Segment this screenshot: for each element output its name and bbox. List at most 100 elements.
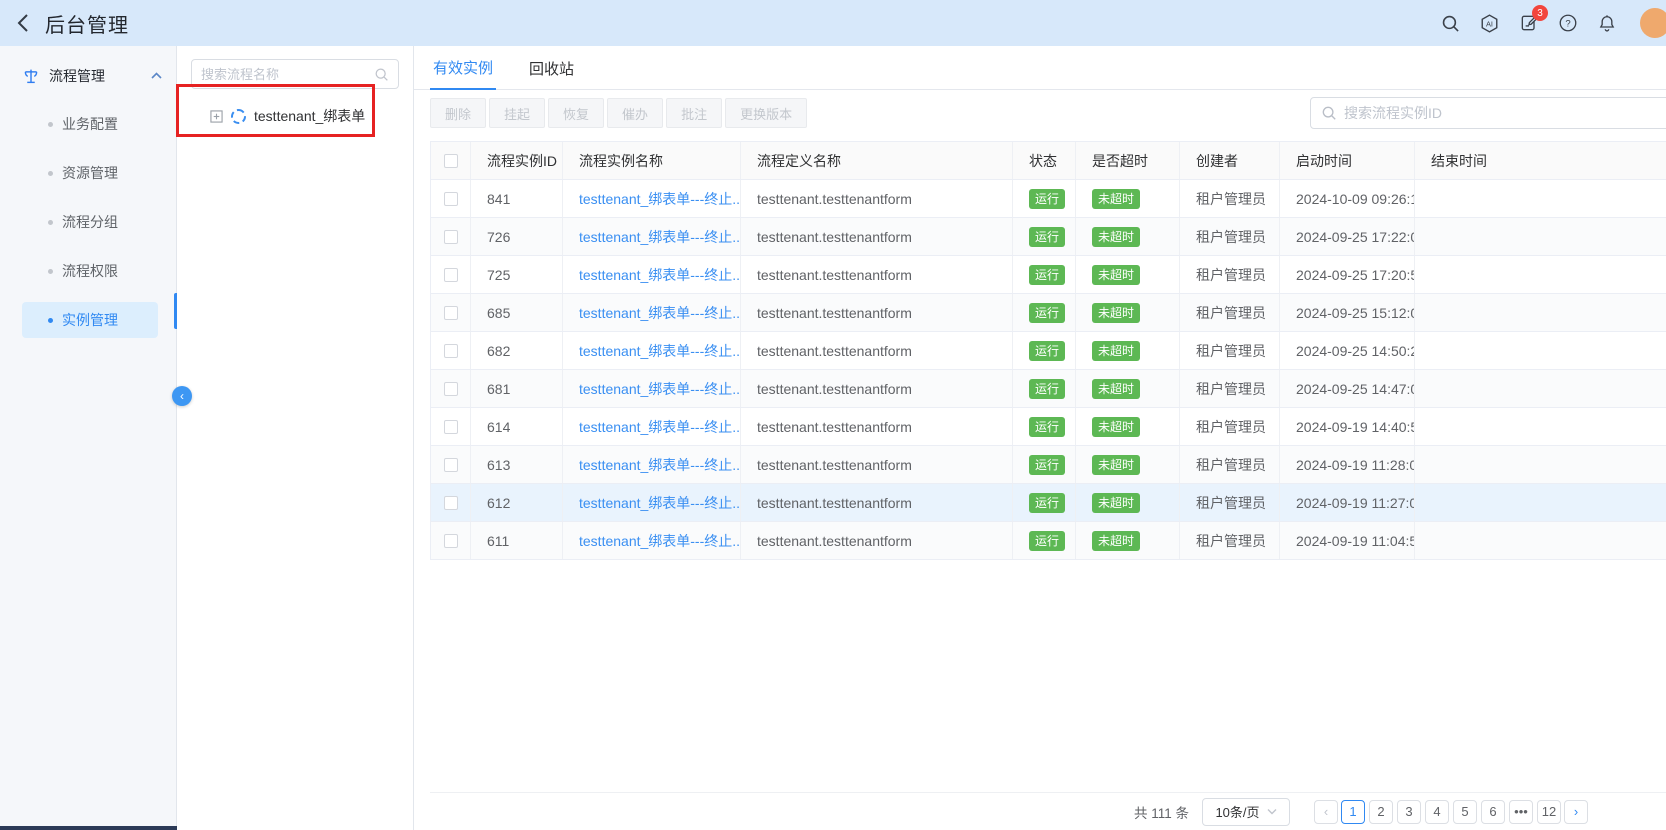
table-row[interactable]: 725 testtenant_绑表单---终止... testtenant.te… [431, 256, 1666, 294]
col-header-instance-name: 流程实例名称 [563, 142, 741, 179]
chevron-down-icon [1267, 808, 1277, 815]
timeout-badge: 未超时 [1092, 189, 1140, 209]
sidebar-collapse-button[interactable]: ‹ [172, 386, 192, 406]
chevron-up-icon[interactable] [151, 72, 162, 80]
table-row[interactable]: 612 testtenant_绑表单---终止... testtenant.te… [431, 484, 1666, 522]
magnifier-icon[interactable] [374, 67, 389, 82]
row-checkbox[interactable] [444, 192, 458, 206]
table-row[interactable]: 682 testtenant_绑表单---终止... testtenant.te… [431, 332, 1666, 370]
page-number-button[interactable]: 3 [1397, 800, 1421, 824]
topbar-icon-group: AI 3 ? [1441, 8, 1656, 38]
tree-search-input[interactable] [201, 67, 374, 82]
todo-tasks-icon[interactable]: 3 [1519, 13, 1539, 33]
timeout-badge: 未超时 [1092, 303, 1140, 323]
sidebar-menu-item[interactable]: 流程权限 [22, 253, 158, 289]
sidebar-menu-item[interactable]: 流程分组 [22, 204, 158, 240]
instance-name-link[interactable]: testtenant_绑表单---终止... [579, 379, 741, 399]
row-checkbox[interactable] [444, 230, 458, 244]
instance-name-link[interactable]: testtenant_绑表单---终止... [579, 455, 741, 475]
instance-name-link[interactable]: testtenant_绑表单---终止... [579, 493, 741, 513]
row-checkbox[interactable] [444, 268, 458, 282]
cell-definition-name: testtenant.testtenantform [741, 370, 1013, 407]
table-row[interactable]: 841 testtenant_绑表单---终止... testtenant.te… [431, 180, 1666, 218]
instance-name-link[interactable]: testtenant_绑表单---终止... [579, 417, 741, 437]
table-row[interactable]: 685 testtenant_绑表单---终止... testtenant.te… [431, 294, 1666, 332]
tree-node-testtenant[interactable]: testtenant_绑表单 [177, 103, 413, 129]
cell-instance-id: 725 [471, 256, 563, 293]
status-badge: 运行 [1029, 531, 1065, 551]
table-row[interactable]: 681 testtenant_绑表单---终止... testtenant.te… [431, 370, 1666, 408]
row-checkbox[interactable] [444, 306, 458, 320]
toolbar-button[interactable]: 删除 [430, 98, 486, 128]
help-icon[interactable]: ? [1558, 13, 1578, 33]
tab[interactable]: 有效实例 [430, 46, 496, 90]
workflow-scale-icon [22, 67, 40, 85]
bullet-icon [48, 318, 53, 323]
search-icon[interactable] [1441, 14, 1460, 33]
status-badge: 运行 [1029, 493, 1065, 513]
page-size-value: 10条/页 [1215, 802, 1259, 821]
row-checkbox[interactable] [444, 344, 458, 358]
table-body: 841 testtenant_绑表单---终止... testtenant.te… [431, 180, 1666, 560]
instance-name-link[interactable]: testtenant_绑表单---终止... [579, 227, 741, 247]
sidebar-menu-item[interactable]: 实例管理 [22, 302, 158, 338]
cell-creator: 租户管理员 [1180, 484, 1280, 521]
row-checkbox[interactable] [444, 458, 458, 472]
toolbar-button[interactable]: 催办 [607, 98, 663, 128]
page-number-button[interactable]: 4 [1425, 800, 1449, 824]
page-number-button[interactable]: ••• [1509, 800, 1533, 824]
sidebar-item-label: 流程权限 [62, 261, 118, 281]
instance-search-input[interactable] [1344, 105, 1666, 121]
cell-creator: 租户管理员 [1180, 294, 1280, 331]
bell-icon[interactable] [1597, 13, 1617, 33]
timeout-badge: 未超时 [1092, 341, 1140, 361]
tree-node-label: testtenant_绑表单 [254, 106, 365, 126]
page-number-button[interactable]: 12 [1537, 800, 1561, 824]
instance-name-link[interactable]: testtenant_绑表单---终止... [579, 341, 741, 361]
cell-definition-name: testtenant.testtenantform [741, 522, 1013, 559]
tab[interactable]: 回收站 [526, 46, 577, 90]
cell-start-time: 2024-09-19 11:04:57 [1280, 522, 1415, 559]
instance-name-link[interactable]: testtenant_绑表单---终止... [579, 303, 741, 323]
user-avatar[interactable] [1640, 8, 1666, 38]
expand-plus-icon[interactable] [210, 110, 223, 123]
toolbar-button[interactable]: 批注 [666, 98, 722, 128]
tree-search-box [191, 59, 399, 89]
instance-name-link[interactable]: testtenant_绑表单---终止... [579, 265, 741, 285]
back-button[interactable] [16, 13, 29, 33]
toolbar-button[interactable]: 更换版本 [725, 98, 807, 128]
status-badge: 运行 [1029, 455, 1065, 475]
table-row[interactable]: 613 testtenant_绑表单---终止... testtenant.te… [431, 446, 1666, 484]
row-checkbox[interactable] [444, 382, 458, 396]
instance-name-link[interactable]: testtenant_绑表单---终止... [579, 531, 741, 551]
next-page-button[interactable]: › [1564, 800, 1588, 824]
page-number-button[interactable]: 5 [1453, 800, 1477, 824]
sidebar-menu-item[interactable]: 资源管理 [22, 155, 158, 191]
row-checkbox[interactable] [444, 420, 458, 434]
toolbar-button[interactable]: 挂起 [489, 98, 545, 128]
table-row[interactable]: 726 testtenant_绑表单---终止... testtenant.te… [431, 218, 1666, 256]
table-row[interactable]: 611 testtenant_绑表单---终止... testtenant.te… [431, 522, 1666, 560]
table-header: 流程实例ID 流程实例名称 流程定义名称 状态 是否超时 创建者 启动时间 结束… [431, 142, 1666, 180]
toolbar-button[interactable]: 恢复 [548, 98, 604, 128]
sidebar-menu-item[interactable]: 业务配置 [22, 106, 158, 142]
sidebar-group-process-management[interactable]: 流程管理 [22, 66, 162, 86]
cell-end-time [1415, 332, 1666, 369]
ai-assistant-icon[interactable]: AI [1479, 13, 1500, 34]
page-number-button[interactable]: 6 [1481, 800, 1505, 824]
pagination-bar: 共 111 条 10条/页 ‹ 123456•••12 › [430, 792, 1666, 830]
cell-creator: 租户管理员 [1180, 522, 1280, 559]
row-checkbox[interactable] [444, 534, 458, 548]
select-all-checkbox[interactable] [444, 154, 458, 168]
page-number-button[interactable]: 1 [1341, 800, 1365, 824]
status-badge: 运行 [1029, 265, 1065, 285]
sidebar: 流程管理 业务配置 资源管理 流程分组 流程权限 实例管理 [0, 46, 177, 830]
instance-name-link[interactable]: testtenant_绑表单---终止... [579, 189, 741, 209]
process-tree-panel: testtenant_绑表单 [177, 46, 414, 830]
row-checkbox[interactable] [444, 496, 458, 510]
table-row[interactable]: 614 testtenant_绑表单---终止... testtenant.te… [431, 408, 1666, 446]
page-size-select[interactable]: 10条/页 [1202, 798, 1290, 826]
prev-page-button[interactable]: ‹ [1314, 800, 1338, 824]
col-header-status: 状态 [1013, 142, 1076, 179]
page-number-button[interactable]: 2 [1369, 800, 1393, 824]
